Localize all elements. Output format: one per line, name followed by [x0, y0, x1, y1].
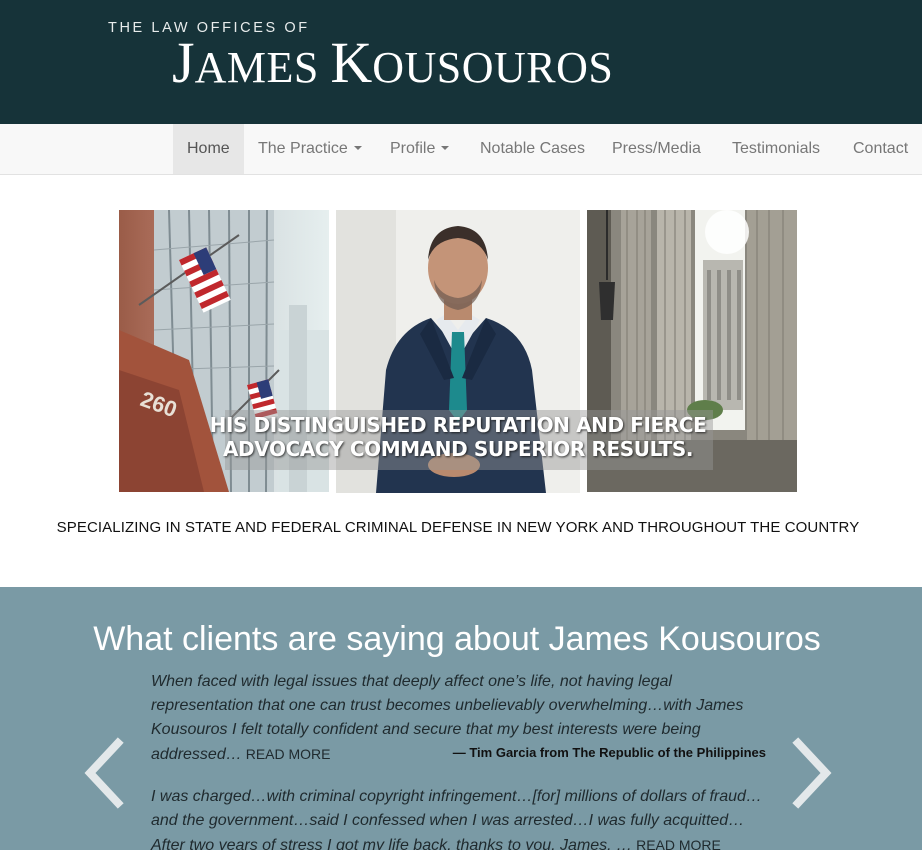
nav-home[interactable]: Home — [173, 124, 244, 174]
read-more-link[interactable]: READ MORE — [636, 837, 721, 850]
caret-down-icon — [441, 145, 450, 150]
carousel-prev-button[interactable] — [82, 737, 126, 809]
nav-profile[interactable]: Profile — [390, 124, 450, 174]
nav-testimonials[interactable]: Testimonials — [732, 124, 820, 174]
testimonial-attribution: — Tim Garcia from The Republic of the Ph… — [452, 745, 766, 760]
chevron-right-icon — [792, 737, 832, 809]
caret-down-icon — [353, 145, 362, 150]
nav-the-practice-label: The Practice — [258, 140, 348, 157]
nav-press-media[interactable]: Press/Media — [612, 124, 701, 174]
site-header: THE LAW OFFICES OF JAMES KOUSOUROS — [0, 0, 922, 124]
carousel-next-button[interactable] — [790, 737, 834, 809]
hero-caption-line-2: ADVOCACY COMMAND SUPERIOR RESULTS. — [222, 437, 694, 461]
testimonial-quote: I was charged…with criminal copyright in… — [151, 785, 771, 850]
testimonials-section: What clients are saying about James Kous… — [0, 587, 922, 850]
hero-banner: 260 HIS DISTINGUISHED REPUTATION AND FIE… — [119, 210, 797, 493]
main-nav: Home The Practice Profile Notable Cases … — [0, 124, 922, 175]
hero-caption-line-1: HIS DISTINGUISHED REPUTATION AND FIERCE — [209, 413, 707, 437]
nav-the-practice[interactable]: The Practice — [258, 124, 362, 174]
chevron-left-icon — [84, 737, 124, 809]
nav-contact[interactable]: Contact — [853, 124, 908, 174]
nav-notable-cases[interactable]: Notable Cases — [480, 124, 585, 174]
site-logo[interactable]: THE LAW OFFICES OF JAMES KOUSOUROS — [108, 20, 613, 106]
hero-caption: HIS DISTINGUISHED REPUTATION AND FIERCE … — [179, 413, 737, 461]
nav-profile-label: Profile — [390, 140, 436, 157]
logo-name: JAMES KOUSOUROS — [172, 30, 614, 95]
practice-tagline: SPECIALIZING IN STATE AND FEDERAL CRIMIN… — [56, 519, 860, 536]
testimonials-heading: What clients are saying about James Kous… — [93, 620, 821, 658]
